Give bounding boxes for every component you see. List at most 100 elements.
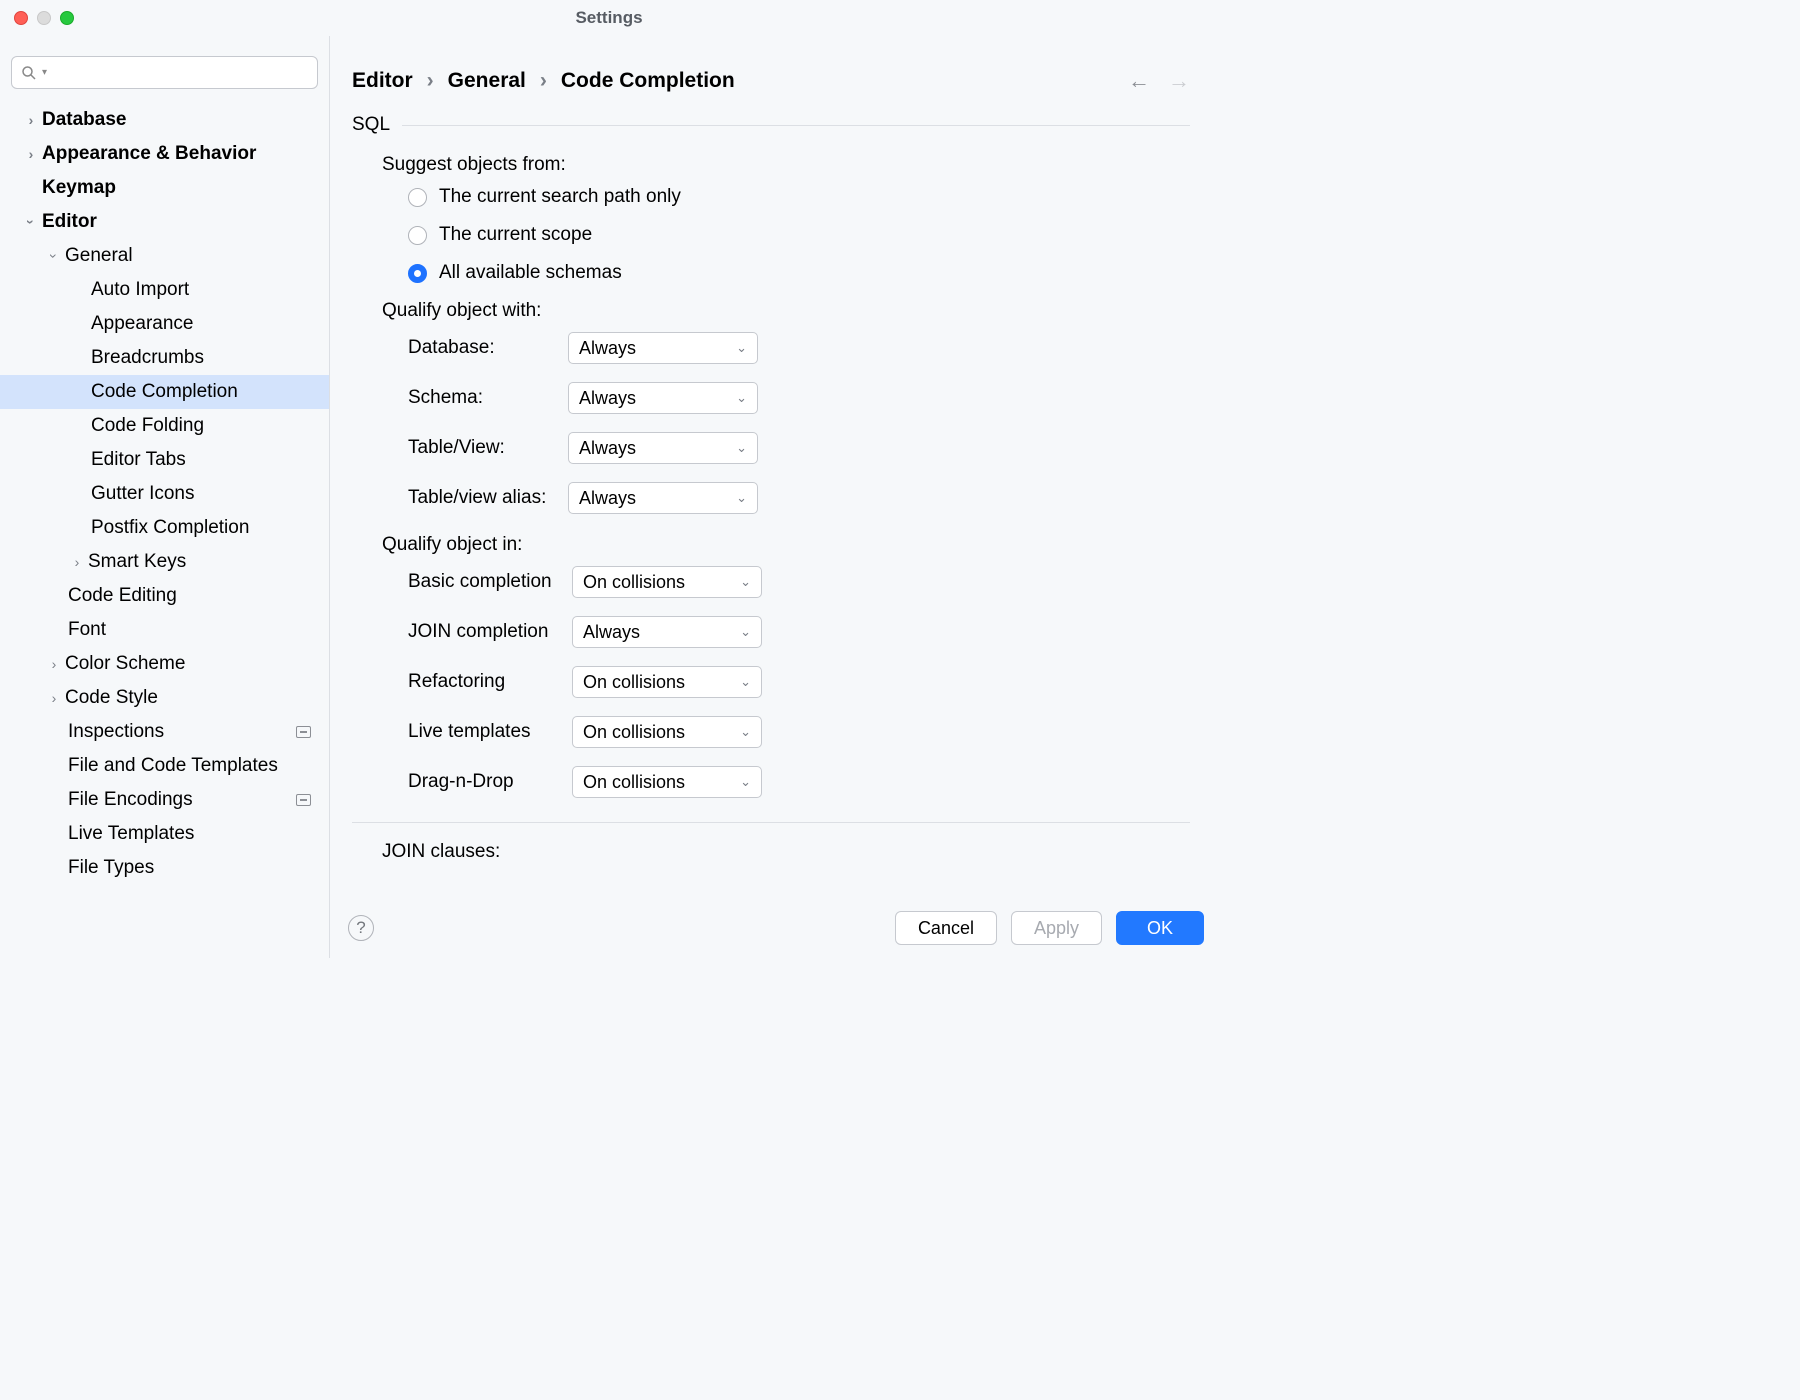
sidebar-item-label: Postfix Completion [91, 517, 249, 539]
select-tableview[interactable]: Always ⌄ [568, 432, 758, 464]
sidebar-item-gutter-icons[interactable]: Gutter Icons [0, 477, 329, 511]
radio-current-scope[interactable]: The current scope [408, 224, 1190, 246]
sidebar-item-editor[interactable]: › Editor [0, 205, 329, 239]
cancel-button[interactable]: Cancel [895, 911, 997, 945]
chevron-down-icon: ⌄ [736, 390, 747, 406]
content-area: SQL Suggest objects from: The current se… [330, 104, 1218, 898]
main-panel: Editor › General › Code Completion ← → S… [330, 36, 1218, 958]
sidebar-item-postfix-completion[interactable]: Postfix Completion [0, 511, 329, 545]
close-window-button[interactable] [14, 11, 28, 25]
sidebar-item-smart-keys[interactable]: › Smart Keys [0, 545, 329, 579]
select-value: On collisions [583, 772, 685, 793]
dialog-footer: ? Cancel Apply OK [330, 898, 1218, 958]
apply-button[interactable]: Apply [1011, 911, 1102, 945]
select-value: Always [579, 338, 636, 359]
select-drag-n-drop[interactable]: On collisions ⌄ [572, 766, 762, 798]
select-value: On collisions [583, 722, 685, 743]
chevron-right-icon: › [427, 69, 434, 93]
sidebar-item-label: Gutter Icons [91, 483, 195, 505]
label-refactoring: Refactoring [408, 671, 572, 693]
sidebar-item-keymap[interactable]: Keymap [0, 171, 329, 205]
breadcrumb: Editor › General › Code Completion [352, 69, 735, 93]
sidebar-item-file-encodings[interactable]: File Encodings [0, 783, 329, 817]
sidebar-item-label: Inspections [68, 721, 164, 743]
search-input[interactable]: ▾ [11, 56, 318, 89]
sidebar-item-code-editing[interactable]: Code Editing [0, 579, 329, 613]
divider [352, 822, 1190, 823]
select-value: Always [579, 438, 636, 459]
settings-window: Settings ▾ › Database [0, 0, 1218, 958]
sidebar-item-inspections[interactable]: Inspections [0, 715, 329, 749]
settings-tree: › Database › Appearance & Behavior Keyma… [0, 103, 329, 958]
sidebar-item-label: Keymap [42, 177, 116, 199]
label-tableview: Table/View: [408, 437, 568, 459]
sidebar-item-color-scheme[interactable]: › Color Scheme [0, 647, 329, 681]
sidebar-item-label: Code Editing [68, 585, 177, 607]
select-refactoring[interactable]: On collisions ⌄ [572, 666, 762, 698]
select-value: Always [579, 388, 636, 409]
sidebar-item-label: File Types [68, 857, 154, 879]
search-dropdown-icon[interactable]: ▾ [42, 67, 47, 78]
sidebar-item-breadcrumbs[interactable]: Breadcrumbs [0, 341, 329, 375]
sidebar-item-label: Database [42, 109, 127, 131]
zoom-window-button[interactable] [60, 11, 74, 25]
chevron-right-icon: › [45, 690, 63, 706]
label-basic-completion: Basic completion [408, 571, 572, 593]
sidebar-item-label: Auto Import [91, 279, 189, 301]
chevron-down-icon: ⌄ [740, 774, 751, 790]
sidebar-item-editor-tabs[interactable]: Editor Tabs [0, 443, 329, 477]
suggest-objects-label: Suggest objects from: [382, 154, 1190, 176]
sidebar-item-code-style[interactable]: › Code Style [0, 681, 329, 715]
sidebar-item-file-types[interactable]: File Types [0, 851, 329, 885]
window-controls [0, 11, 74, 25]
sidebar-item-label: Font [68, 619, 106, 641]
select-value: Always [583, 622, 640, 643]
sidebar-item-live-templates[interactable]: Live Templates [0, 817, 329, 851]
sidebar-item-label: File and Code Templates [68, 755, 278, 777]
label-schema: Schema: [408, 387, 568, 409]
join-clauses-label: JOIN clauses: [382, 841, 1190, 863]
chevron-right-icon: › [540, 69, 547, 93]
sidebar-item-code-completion[interactable]: Code Completion [0, 375, 329, 409]
radio-all-schemas[interactable]: All available schemas [408, 262, 1190, 284]
back-button[interactable]: ← [1128, 68, 1150, 94]
history-nav: ← → [1128, 68, 1190, 94]
forward-button[interactable]: → [1168, 68, 1190, 94]
label-join-completion: JOIN completion [408, 621, 572, 643]
minimize-window-button[interactable] [37, 11, 51, 25]
chevron-right-icon: › [22, 112, 40, 128]
select-tvalias[interactable]: Always ⌄ [568, 482, 758, 514]
radio-label: All available schemas [439, 262, 622, 284]
sidebar-item-file-code-templates[interactable]: File and Code Templates [0, 749, 329, 783]
sidebar-item-font[interactable]: Font [0, 613, 329, 647]
select-database[interactable]: Always ⌄ [568, 332, 758, 364]
section-heading: SQL [352, 114, 390, 136]
search-field[interactable] [51, 63, 309, 83]
window-body: ▾ › Database › Appearance & Behavior Key… [0, 36, 1218, 958]
sidebar-item-label: Code Completion [91, 381, 238, 403]
ok-button[interactable]: OK [1116, 911, 1204, 945]
radio-icon [408, 226, 427, 245]
sidebar-item-appearance-behavior[interactable]: › Appearance & Behavior [0, 137, 329, 171]
sidebar-item-database[interactable]: › Database [0, 103, 329, 137]
breadcrumb-editor[interactable]: Editor [352, 69, 413, 93]
chevron-down-icon: ⌄ [736, 340, 747, 356]
select-basic-completion[interactable]: On collisions ⌄ [572, 566, 762, 598]
sidebar-item-label: Color Scheme [65, 653, 185, 675]
radio-label: The current search path only [439, 186, 681, 208]
select-schema[interactable]: Always ⌄ [568, 382, 758, 414]
breadcrumb-general[interactable]: General [448, 69, 526, 93]
sidebar-item-label: Code Folding [91, 415, 204, 437]
sidebar-item-appearance-sub[interactable]: Appearance [0, 307, 329, 341]
select-join-completion[interactable]: Always ⌄ [572, 616, 762, 648]
sidebar-item-label: Code Style [65, 687, 158, 709]
radio-search-path[interactable]: The current search path only [408, 186, 1190, 208]
help-button[interactable]: ? [348, 915, 374, 941]
select-live-templates[interactable]: On collisions ⌄ [572, 716, 762, 748]
select-value: On collisions [583, 572, 685, 593]
select-value: On collisions [583, 672, 685, 693]
sidebar-item-general[interactable]: › General [0, 239, 329, 273]
sidebar-item-code-folding[interactable]: Code Folding [0, 409, 329, 443]
sidebar-item-auto-import[interactable]: Auto Import [0, 273, 329, 307]
chevron-down-icon: ⌄ [740, 724, 751, 740]
